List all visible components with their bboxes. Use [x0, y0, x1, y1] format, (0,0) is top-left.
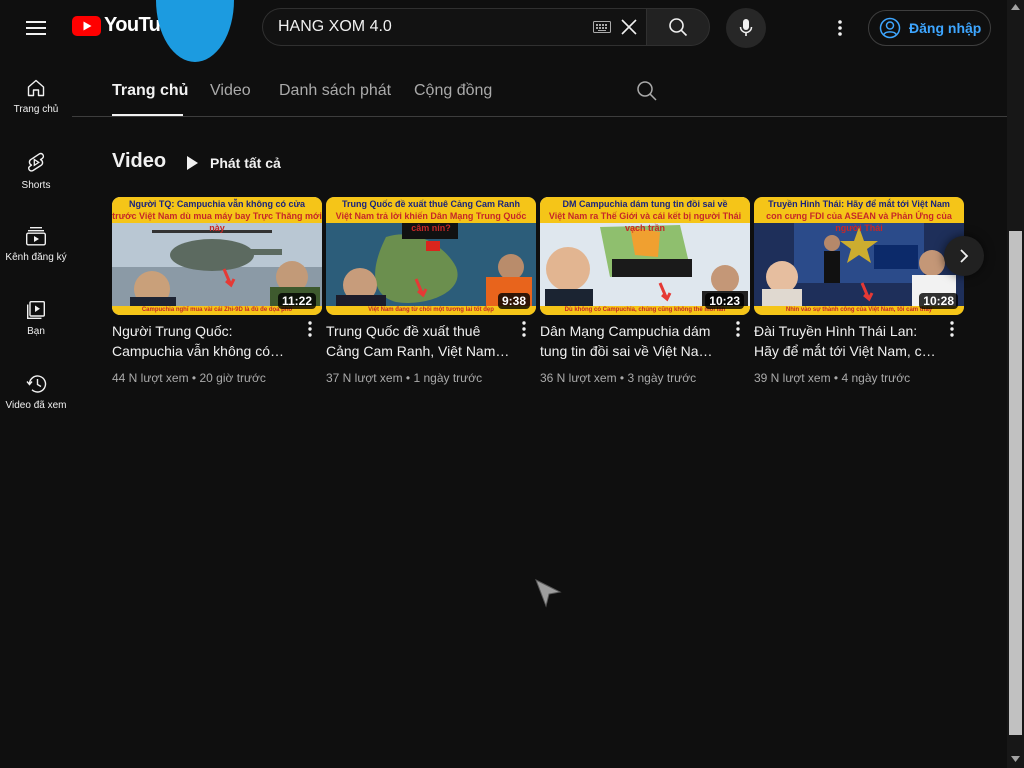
video-thumbnail[interactable]: Trung Quốc đề xuất thuê Cảng Cam Ranh Vi… [326, 197, 536, 315]
thumbnail-banner: DM Campuchia dám tung tin đồi sai về Việ… [540, 197, 750, 233]
scroll-up-arrow-icon[interactable] [1011, 4, 1020, 10]
thumbnail-banner-line: con cưng FDI của ASEAN và Phản Ứng của n… [766, 211, 952, 233]
tabs-divider [72, 116, 1007, 117]
shelf-next-button[interactable] [944, 236, 984, 276]
video-menu-button[interactable] [944, 321, 960, 341]
video-duration: 10:23 [705, 293, 744, 309]
clear-search-icon[interactable] [619, 17, 639, 37]
video-title[interactable]: Đài Truyền Hình Thái Lan: Hãy để mắt tới… [754, 321, 938, 361]
history-icon [26, 375, 47, 393]
sidebar-item-you[interactable]: Bạn [0, 278, 72, 352]
shorts-icon [28, 152, 45, 172]
sidebar-item-home[interactable]: Trang chủ [0, 56, 72, 130]
play-icon [187, 156, 198, 170]
sidebar-item-label: Trang chủ [13, 104, 59, 115]
sidebar-item-shorts[interactable]: Shorts [0, 130, 72, 204]
video-card[interactable]: Trung Quốc đề xuất thuê Cảng Cam Ranh Vi… [326, 197, 536, 385]
keyboard-icon[interactable] [593, 21, 611, 33]
more-vertical-icon [308, 321, 312, 337]
channel-avatar[interactable] [156, 0, 234, 62]
search-input[interactable] [278, 9, 578, 45]
tab-videos[interactable]: Video [210, 82, 251, 100]
video-card[interactable]: Người TQ: Campuchia vẫn không có cửa trư… [112, 197, 322, 385]
tab-home[interactable]: Trang chủ [112, 82, 188, 100]
sign-in-button[interactable]: Đăng nhập [868, 10, 991, 46]
video-metadata: 37 N lượt xem • 1 ngày trước [326, 371, 483, 385]
video-thumbnail[interactable]: Người TQ: Campuchia vẫn không có cửa trư… [112, 197, 322, 315]
channel-search-icon[interactable] [636, 80, 658, 102]
video-menu-button[interactable] [516, 321, 532, 341]
voice-search-button[interactable] [726, 8, 766, 48]
scrollbar-thumb[interactable] [1009, 231, 1022, 735]
video-card[interactable]: DM Campuchia dám tung tin đồi sai về Việ… [540, 197, 750, 385]
video-menu-button[interactable] [730, 321, 746, 341]
upload-age: 1 ngày trước [413, 371, 483, 385]
sidebar-item-label: Bạn [27, 326, 45, 337]
video-thumbnail[interactable]: Truyền Hình Thái: Hãy để mắt tới Việt Na… [754, 197, 964, 315]
sidebar-item-history[interactable]: Video đã xem [0, 352, 72, 426]
search-box [262, 8, 646, 46]
youtube-play-logo-icon [72, 15, 101, 36]
sign-in-label: Đăng nhập [909, 20, 982, 36]
settings-more-button[interactable] [824, 8, 856, 48]
search-button[interactable] [646, 8, 710, 46]
sidebar-item-label: Video đã xem [5, 400, 67, 411]
video-menu-button[interactable] [302, 321, 318, 341]
sidebar-item-label: Shorts [21, 180, 51, 191]
search-icon [669, 18, 688, 37]
upload-age: 4 ngày trước [841, 371, 911, 385]
upload-age: 20 giờ trước [199, 371, 266, 385]
hamburger-icon [26, 21, 46, 35]
video-title[interactable]: Trung Quốc đề xuất thuê Cảng Cam Ranh, V… [326, 321, 510, 361]
section-title: Video [112, 150, 167, 172]
you-icon [27, 301, 46, 319]
video-duration: 10:28 [919, 293, 958, 309]
channel-avatar-clip [140, 0, 260, 64]
thumbnail-banner-line: Người TQ: Campuchia vẫn không có cửa [129, 199, 305, 209]
more-vertical-icon [522, 321, 526, 337]
video-metadata: 36 N lượt xem • 3 ngày trước [540, 371, 697, 385]
mouse-cursor-icon [535, 578, 562, 608]
play-all-label: Phát tất cả [210, 155, 281, 171]
home-icon [27, 79, 45, 97]
thumbnail-banner-line: Trung Quốc đề xuất thuê Cảng Cam Ranh [341, 199, 520, 209]
sidebar-item-subscriptions[interactable]: Kênh đăng ký [0, 204, 72, 278]
thumbnail-banner: Trung Quốc đề xuất thuê Cảng Cam Ranh Vi… [326, 197, 536, 233]
menu-button[interactable] [16, 8, 56, 48]
video-metadata: 39 N lượt xem • 4 ngày trước [754, 371, 911, 385]
video-card[interactable]: Truyền Hình Thái: Hãy để mắt tới Việt Na… [754, 197, 964, 385]
microphone-icon [739, 19, 753, 36]
video-duration: 11:22 [277, 293, 316, 309]
page-scrollbar[interactable] [1007, 0, 1024, 768]
thumbnail-banner-line: trước Việt Nam dù mua máy bay Trực Thăng… [112, 211, 322, 233]
thumbnail-banner-line: Truyền Hình Thái: Hãy để mắt tới Việt Na… [768, 199, 950, 209]
view-count: 36 N lượt xem [540, 371, 617, 385]
video-metadata: 44 N lượt xem • 20 giờ trước [112, 371, 266, 385]
thumbnail-banner: Người TQ: Campuchia vẫn không có cửa trư… [112, 197, 322, 233]
tab-community[interactable]: Cộng đồng [414, 82, 492, 100]
view-count: 44 N lượt xem [112, 371, 189, 385]
thumbnail-banner: Truyền Hình Thái: Hãy để mắt tới Việt Na… [754, 197, 964, 233]
view-count: 39 N lượt xem [754, 371, 831, 385]
upload-age: 3 ngày trước [627, 371, 697, 385]
scroll-down-arrow-icon[interactable] [1011, 756, 1020, 762]
play-all-button[interactable]: Phát tất cả [184, 150, 281, 176]
thumbnail-banner-line: DM Campuchia dám tung tin đồi sai về [562, 199, 728, 209]
tab-playlists[interactable]: Danh sách phát [279, 82, 391, 100]
account-icon [879, 17, 901, 39]
video-title[interactable]: Dân Mạng Campuchia dám tung tin đồi sai … [540, 321, 724, 361]
thumbnail-banner-line: Việt Nam ra Thế Giới và cái kết bị người… [548, 211, 742, 233]
chevron-right-icon [960, 249, 969, 263]
view-count: 37 N lượt xem [326, 371, 403, 385]
video-title[interactable]: Người Trung Quốc: Campuchia vẫn không có… [112, 321, 296, 361]
more-vertical-icon [838, 20, 842, 36]
video-thumbnail[interactable]: DM Campuchia dám tung tin đồi sai về Việ… [540, 197, 750, 315]
sidebar-item-label: Kênh đăng ký [5, 252, 67, 263]
video-duration: 9:38 [497, 293, 530, 309]
thumbnail-banner-line: Việt Nam trả lời khiến Dân Mạng Trung Qu… [335, 211, 527, 233]
subscriptions-icon [26, 227, 47, 246]
more-vertical-icon [736, 321, 740, 337]
more-vertical-icon [950, 321, 954, 337]
